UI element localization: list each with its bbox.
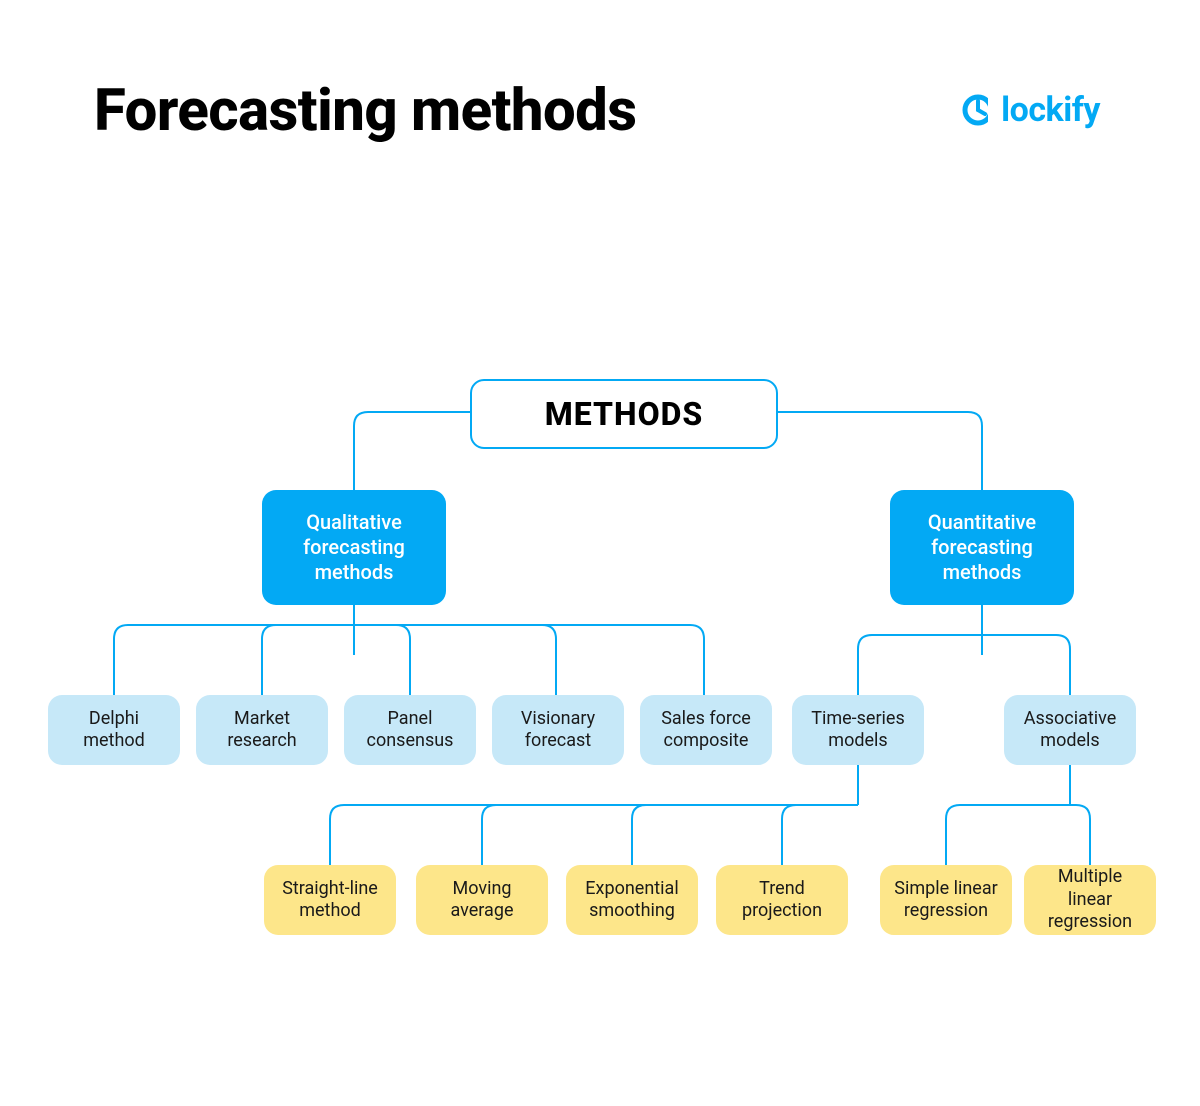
diagram-container: METHODS Qualitative forecasting methods … <box>48 375 1152 935</box>
node-multiple-linear-regression: Multiple linear regression <box>1024 865 1156 935</box>
node-delphi: Delphi method <box>48 695 180 765</box>
node-exponential-smoothing: Exponential smoothing <box>566 865 698 935</box>
node-market-research: Market research <box>196 695 328 765</box>
node-sales-force-composite: Sales force composite <box>640 695 772 765</box>
node-trend-projection: Trend projection <box>716 865 848 935</box>
node-time-series-models: Time-series models <box>792 695 924 765</box>
page-title: Forecasting methods <box>94 78 637 145</box>
connector-lines <box>48 375 1152 935</box>
clock-icon <box>961 93 995 127</box>
node-quantitative: Quantitative forecasting methods <box>890 490 1074 605</box>
node-panel-consensus: Panel consensus <box>344 695 476 765</box>
node-visionary-forecast: Visionary forecast <box>492 695 624 765</box>
node-associative-models: Associative models <box>1004 695 1136 765</box>
node-qualitative: Qualitative forecasting methods <box>262 490 446 605</box>
node-simple-linear-regression: Simple linear regression <box>880 865 1012 935</box>
node-straight-line: Straight-line method <box>264 865 396 935</box>
logo-text: lockify <box>1001 90 1100 130</box>
node-methods-root: METHODS <box>470 379 778 449</box>
node-moving-average: Moving average <box>416 865 548 935</box>
brand-logo: lockify <box>961 90 1100 130</box>
